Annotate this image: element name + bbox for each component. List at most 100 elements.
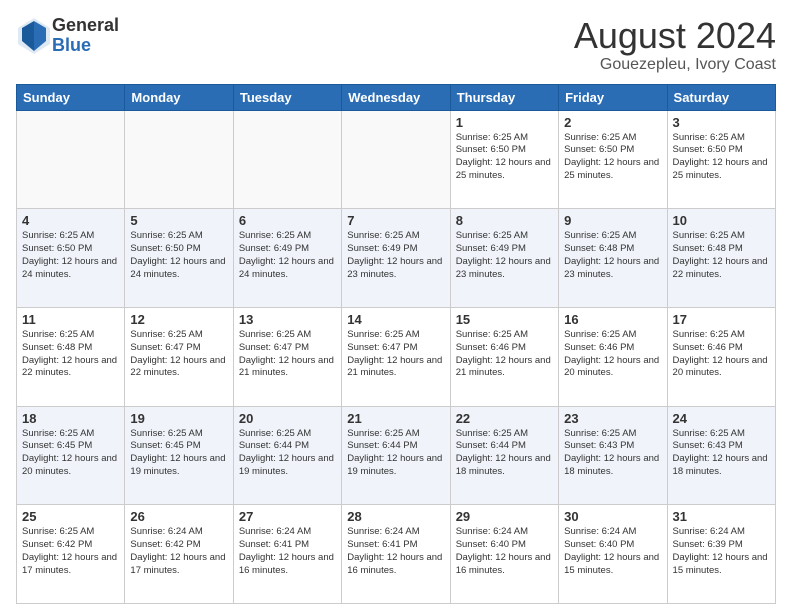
day-number: 24 [673, 411, 770, 426]
table-row: 1 Sunrise: 6:25 AM Sunset: 6:50 PM Daylig… [450, 110, 558, 209]
day-info: Sunrise: 6:24 AM Sunset: 6:41 PM Dayligh… [239, 526, 336, 577]
table-row: 8Sunrise: 6:25 AM Sunset: 6:49 PM Daylig… [450, 209, 558, 308]
calendar-week-4: 18 Sunrise: 6:25 AM Sunset: 6:45 PM Dayli… [17, 406, 776, 505]
day-number: 17 [673, 312, 770, 327]
day-number: 12 [130, 312, 227, 327]
day-number: 16 [564, 312, 661, 327]
day-number: 6 [239, 213, 336, 228]
day-info: Sunrise: 6:24 AM Sunset: 6:41 PM Dayligh… [347, 526, 444, 577]
day-number: 31 [673, 509, 770, 524]
day-number: 7 [347, 213, 444, 228]
table-row: 13Sunrise: 6:25 AM Sunset: 6:47 PM Dayli… [233, 307, 341, 406]
day-info: Sunrise: 6:25 AM Sunset: 6:49 PM Dayligh… [239, 230, 336, 281]
table-row: 3 Sunrise: 6:25 AM Sunset: 6:50 PM Daylig… [667, 110, 775, 209]
col-wednesday: Wednesday [342, 84, 450, 110]
day-info: Sunrise: 6:25 AM Sunset: 6:50 PM Dayligh… [456, 132, 553, 183]
day-info: Sunrise: 6:25 AM Sunset: 6:49 PM Dayligh… [347, 230, 444, 281]
day-info: Sunrise: 6:25 AM Sunset: 6:50 PM Dayligh… [130, 230, 227, 281]
calendar-week-5: 25 Sunrise: 6:25 AM Sunset: 6:42 PM Dayli… [17, 505, 776, 604]
day-info: Sunrise: 6:25 AM Sunset: 6:48 PM Dayligh… [564, 230, 661, 281]
logo: General Blue [16, 16, 119, 56]
day-info: Sunrise: 6:25 AM Sunset: 6:45 PM Dayligh… [130, 428, 227, 479]
table-row: 29 Sunrise: 6:24 AM Sunset: 6:40 PM Dayli… [450, 505, 558, 604]
day-number: 1 [456, 115, 553, 130]
table-row: 11 Sunrise: 6:25 AM Sunset: 6:48 PM Dayli… [17, 307, 125, 406]
title-block: August 2024 Gouezepleu, Ivory Coast [574, 16, 776, 74]
day-number: 10 [673, 213, 770, 228]
day-number: 20 [239, 411, 336, 426]
day-info: Sunrise: 6:25 AM Sunset: 6:44 PM Dayligh… [456, 428, 553, 479]
calendar-header-row: Sunday Monday Tuesday Wednesday Thursday… [17, 84, 776, 110]
table-row: 27 Sunrise: 6:24 AM Sunset: 6:41 PM Dayli… [233, 505, 341, 604]
calendar-week-1: 1 Sunrise: 6:25 AM Sunset: 6:50 PM Daylig… [17, 110, 776, 209]
day-info: Sunrise: 6:25 AM Sunset: 6:43 PM Dayligh… [673, 428, 770, 479]
col-saturday: Saturday [667, 84, 775, 110]
day-info: Sunrise: 6:24 AM Sunset: 6:42 PM Dayligh… [130, 526, 227, 577]
day-number: 25 [22, 509, 119, 524]
table-row: 21Sunrise: 6:25 AM Sunset: 6:44 PM Dayli… [342, 406, 450, 505]
col-sunday: Sunday [17, 84, 125, 110]
header: General Blue August 2024 Gouezepleu, Ivo… [16, 16, 776, 74]
table-row [17, 110, 125, 209]
table-row: 17 Sunrise: 6:25 AM Sunset: 6:46 PM Dayli… [667, 307, 775, 406]
col-thursday: Thursday [450, 84, 558, 110]
table-row: 19Sunrise: 6:25 AM Sunset: 6:45 PM Dayli… [125, 406, 233, 505]
day-number: 9 [564, 213, 661, 228]
day-number: 4 [22, 213, 119, 228]
day-info: Sunrise: 6:25 AM Sunset: 6:48 PM Dayligh… [22, 329, 119, 380]
col-tuesday: Tuesday [233, 84, 341, 110]
table-row: 2 Sunrise: 6:25 AM Sunset: 6:50 PM Daylig… [559, 110, 667, 209]
table-row: 28 Sunrise: 6:24 AM Sunset: 6:41 PM Dayli… [342, 505, 450, 604]
day-info: Sunrise: 6:25 AM Sunset: 6:46 PM Dayligh… [673, 329, 770, 380]
table-row: 5 Sunrise: 6:25 AM Sunset: 6:50 PM Daylig… [125, 209, 233, 308]
table-row: 14 Sunrise: 6:25 AM Sunset: 6:47 PM Dayli… [342, 307, 450, 406]
day-number: 26 [130, 509, 227, 524]
day-info: Sunrise: 6:24 AM Sunset: 6:40 PM Dayligh… [456, 526, 553, 577]
day-info: Sunrise: 6:25 AM Sunset: 6:50 PM Dayligh… [564, 132, 661, 183]
calendar-week-3: 11 Sunrise: 6:25 AM Sunset: 6:48 PM Dayli… [17, 307, 776, 406]
calendar-week-2: 4 Sunrise: 6:25 AM Sunset: 6:50 PM Daylig… [17, 209, 776, 308]
day-info: Sunrise: 6:25 AM Sunset: 6:44 PM Dayligh… [239, 428, 336, 479]
day-number: 29 [456, 509, 553, 524]
table-row: 7 Sunrise: 6:25 AM Sunset: 6:49 PM Daylig… [342, 209, 450, 308]
day-number: 21 [347, 411, 444, 426]
day-number: 23 [564, 411, 661, 426]
day-info: Sunrise: 6:25 AM Sunset: 6:50 PM Dayligh… [673, 132, 770, 183]
table-row [125, 110, 233, 209]
table-row: 25 Sunrise: 6:25 AM Sunset: 6:42 PM Dayli… [17, 505, 125, 604]
day-number: 18 [22, 411, 119, 426]
day-number: 5 [130, 213, 227, 228]
day-info: Sunrise: 6:25 AM Sunset: 6:47 PM Dayligh… [347, 329, 444, 380]
col-friday: Friday [559, 84, 667, 110]
day-info: Sunrise: 6:25 AM Sunset: 6:46 PM Dayligh… [456, 329, 553, 380]
table-row: 10 Sunrise: 6:25 AM Sunset: 6:48 PM Dayli… [667, 209, 775, 308]
day-number: 15 [456, 312, 553, 327]
logo-icon [16, 16, 52, 56]
table-row: 9 Sunrise: 6:25 AM Sunset: 6:48 PM Daylig… [559, 209, 667, 308]
logo-general: General [52, 16, 119, 36]
table-row: 20 Sunrise: 6:25 AM Sunset: 6:44 PM Dayli… [233, 406, 341, 505]
table-row [233, 110, 341, 209]
table-row: 6 Sunrise: 6:25 AM Sunset: 6:49 PM Daylig… [233, 209, 341, 308]
day-number: 11 [22, 312, 119, 327]
day-info: Sunrise: 6:25 AM Sunset: 6:42 PM Dayligh… [22, 526, 119, 577]
table-row: 15 Sunrise: 6:25 AM Sunset: 6:46 PM Dayli… [450, 307, 558, 406]
day-number: 27 [239, 509, 336, 524]
day-info: Sunrise: 6:25 AM Sunset: 6:47 PM Dayligh… [239, 329, 336, 380]
day-number: 28 [347, 509, 444, 524]
day-info: Sunrise: 6:25 AM Sunset: 6:48 PM Dayligh… [673, 230, 770, 281]
day-info: Sunrise: 6:25 AM Sunset: 6:47 PM Dayligh… [130, 329, 227, 380]
day-info: Sunrise: 6:24 AM Sunset: 6:40 PM Dayligh… [564, 526, 661, 577]
day-info: Sunrise: 6:24 AM Sunset: 6:39 PM Dayligh… [673, 526, 770, 577]
day-number: 3 [673, 115, 770, 130]
table-row: 12 Sunrise: 6:25 AM Sunset: 6:47 PM Dayli… [125, 307, 233, 406]
logo-blue: Blue [52, 36, 119, 56]
day-number: 2 [564, 115, 661, 130]
day-info: Sunrise: 6:25 AM Sunset: 6:45 PM Dayligh… [22, 428, 119, 479]
subtitle: Gouezepleu, Ivory Coast [574, 56, 776, 74]
day-number: 14 [347, 312, 444, 327]
calendar-table: Sunday Monday Tuesday Wednesday Thursday… [16, 84, 776, 604]
day-number: 22 [456, 411, 553, 426]
day-info: Sunrise: 6:25 AM Sunset: 6:50 PM Dayligh… [22, 230, 119, 281]
day-info: Sunrise: 6:25 AM Sunset: 6:49 PM Dayligh… [456, 230, 553, 281]
